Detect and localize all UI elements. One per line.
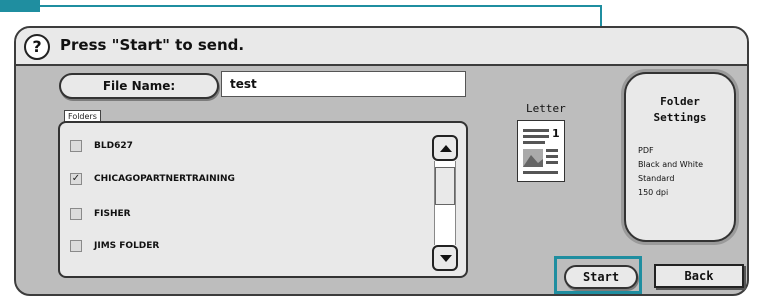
setting-color: Black and White xyxy=(638,160,704,169)
checkbox[interactable] xyxy=(70,140,82,152)
arrow-down-icon xyxy=(440,255,452,262)
folder-name: BLD627 xyxy=(94,141,133,151)
settings-summary: PDF Black and White Standard 150 dpi xyxy=(638,144,703,200)
scroll-up-button[interactable] xyxy=(432,135,458,161)
callout-line xyxy=(40,5,602,7)
back-button[interactable]: Back xyxy=(654,264,744,288)
checkbox[interactable] xyxy=(70,208,82,220)
scroll-track[interactable] xyxy=(434,161,456,245)
list-item[interactable]: BLD627 xyxy=(70,137,133,155)
folders-list: BLD627 ✓ CHICAGOPARTNERTRAINING FISHER JI… xyxy=(58,121,468,278)
setting-quality: Standard xyxy=(638,174,675,183)
page-number: 1 xyxy=(552,127,560,140)
help-icon[interactable]: ? xyxy=(24,34,50,60)
folder-name: JIMS FOLDER xyxy=(94,241,160,251)
folder-name: FISHER xyxy=(94,209,131,219)
paper-document-icon: 1 xyxy=(517,120,565,182)
file-name-button[interactable]: File Name: xyxy=(59,73,219,99)
folder-name: CHICAGOPARTNERTRAINING xyxy=(94,174,235,184)
setting-resolution: 150 dpi xyxy=(638,188,669,197)
file-name-input[interactable]: test xyxy=(221,71,466,97)
setting-format: PDF xyxy=(638,146,654,155)
document-image-icon: 1 xyxy=(523,127,560,174)
list-item[interactable]: JIMS FOLDER xyxy=(70,237,159,255)
folder-settings-button[interactable]: Folder Settings PDF Black and White Stan… xyxy=(624,72,736,242)
folders-scrollbar[interactable] xyxy=(432,135,460,271)
settings-title: Folder Settings xyxy=(653,95,707,124)
paper-size-label: Letter xyxy=(526,102,566,115)
instruction-text: Press "Start" to send. xyxy=(60,36,245,54)
list-item[interactable]: ✓ CHICAGOPARTNERTRAINING xyxy=(70,170,235,188)
scroll-down-button[interactable] xyxy=(432,245,458,271)
arrow-up-icon xyxy=(440,145,452,152)
list-item[interactable]: FISHER xyxy=(70,205,131,223)
scroll-thumb[interactable] xyxy=(435,167,455,205)
header-bar: ? Press "Start" to send. xyxy=(16,28,747,66)
callout-marker xyxy=(0,0,40,12)
checkbox[interactable] xyxy=(70,240,82,252)
checkbox-checked[interactable]: ✓ xyxy=(70,173,82,185)
callout-highlight-box xyxy=(554,256,642,294)
